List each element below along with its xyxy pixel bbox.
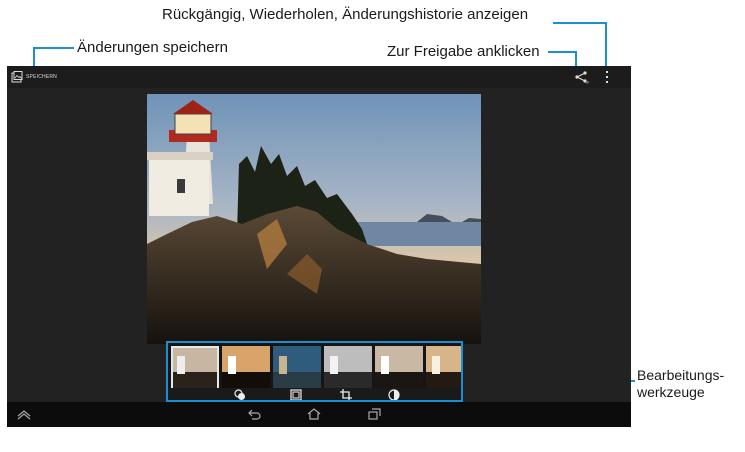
app-drawer-icon[interactable]: [17, 408, 31, 420]
recent-apps-icon[interactable]: [368, 408, 382, 420]
leader-save-h: [34, 47, 74, 49]
photo-save-icon: [11, 71, 23, 83]
callout-tools-line1: Bearbeitungs-: [637, 367, 725, 383]
share-icon[interactable]: [573, 69, 589, 85]
action-bar: SPEICHERN: [7, 66, 631, 88]
callout-share: Zur Freigabe anklicken: [387, 43, 540, 60]
leader-share-h: [548, 51, 576, 53]
editing-tools-highlight: [166, 341, 463, 402]
leader-undo-h: [553, 22, 607, 24]
edited-photo: [147, 94, 481, 344]
overflow-menu-icon[interactable]: [603, 69, 611, 85]
save-button[interactable]: SPEICHERN: [11, 68, 57, 86]
callout-undo-redo: Rückgängig, Wiederholen, Änderungshistor…: [162, 6, 529, 23]
callout-tools-line2: werkzeuge: [637, 384, 705, 400]
leader-undo-v: [605, 22, 607, 70]
system-nav-bar: [7, 402, 631, 427]
home-icon[interactable]: [307, 408, 321, 420]
callout-save: Änderungen speichern: [77, 39, 228, 56]
save-label: SPEICHERN: [26, 74, 57, 80]
back-icon[interactable]: [248, 408, 262, 420]
